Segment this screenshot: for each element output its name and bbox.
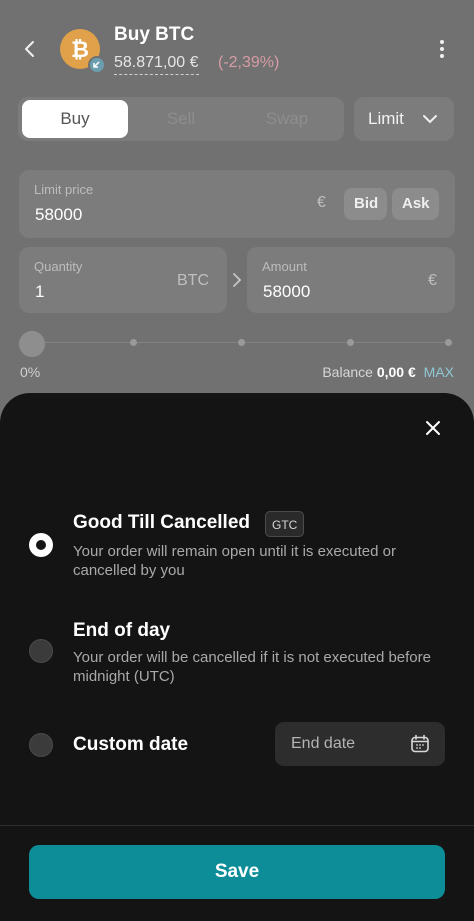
bid-button[interactable]: Bid (344, 188, 387, 220)
page-title: Buy BTC (114, 24, 195, 45)
option-title-custom-date[interactable]: Custom date (73, 734, 188, 756)
time-in-force-sheet: Good Till Cancelled GTC Your order will … (0, 393, 474, 921)
order-type-dropdown[interactable]: Limit (354, 97, 454, 141)
slider-tick[interactable] (347, 339, 354, 346)
radio-custom-date[interactable] (29, 733, 53, 757)
svg-text:₿: ₿ (71, 38, 89, 63)
order-type-label: Limit (368, 109, 404, 128)
radio-end-of-day[interactable] (29, 639, 53, 663)
limit-price-label: Limit price (34, 182, 94, 197)
slider-percent: 0% (20, 364, 41, 380)
balance-value: 0,00 € (376, 364, 416, 380)
slider-handle[interactable] (19, 331, 45, 357)
quantity-value: 1 (35, 282, 45, 301)
ask-button[interactable]: Ask (392, 188, 439, 220)
gtc-badge: GTC (265, 511, 305, 537)
limit-price-field[interactable]: Limit price 58000 € Bid Ask (19, 170, 455, 238)
swap-badge-icon (88, 56, 106, 74)
quantity-unit: BTC (177, 272, 209, 289)
chevron-down-icon (423, 115, 437, 124)
limit-price-value: 58000 (35, 205, 83, 224)
end-date-input[interactable]: End date (275, 722, 445, 766)
back-icon[interactable] (20, 38, 40, 60)
tab-buy[interactable]: Buy (22, 100, 128, 138)
end-date-placeholder: End date (291, 735, 356, 752)
option-title-end-of-day[interactable]: End of day (73, 620, 170, 642)
close-icon[interactable] (422, 417, 444, 439)
slider-tick[interactable] (238, 339, 245, 346)
more-options-icon[interactable] (432, 38, 452, 60)
limit-price-currency: € (317, 194, 326, 211)
quantity-field[interactable]: Quantity 1 BTC (19, 247, 227, 313)
divider (0, 825, 474, 826)
current-price[interactable]: 58.871,00 € (114, 54, 199, 75)
header: ₿ Buy BTC 58.871,00 € (-2,39%) (0, 0, 474, 96)
amount-label: Amount (262, 259, 307, 274)
save-button[interactable]: Save (29, 845, 445, 899)
quantity-label: Quantity (34, 259, 83, 274)
radio-good-till-cancelled[interactable] (29, 533, 53, 557)
calendar-icon (411, 734, 429, 753)
option-description-end-of-day: Your order will be cancelled if it is no… (73, 649, 431, 685)
balance-label: Balance (322, 364, 373, 380)
option-description-gtc: Your order will remain open until it is … (73, 543, 396, 579)
amount-value: 58000 (263, 282, 311, 301)
trade-type-tabs: Buy Sell Swap (18, 97, 344, 141)
max-button[interactable]: MAX (424, 364, 454, 380)
chevron-right-icon (230, 271, 244, 294)
tab-swap[interactable]: Swap (234, 97, 340, 141)
balance: Balance 0,00 € MAX (322, 364, 454, 380)
tab-sell[interactable]: Sell (128, 97, 234, 141)
slider-tick[interactable] (445, 339, 452, 346)
price-change: (-2,39%) (218, 54, 280, 71)
slider-tick[interactable] (130, 339, 137, 346)
option-title-gtc[interactable]: Good Till Cancelled (73, 512, 250, 534)
amount-field[interactable]: Amount 58000 € (247, 247, 455, 313)
amount-currency: € (428, 272, 437, 289)
